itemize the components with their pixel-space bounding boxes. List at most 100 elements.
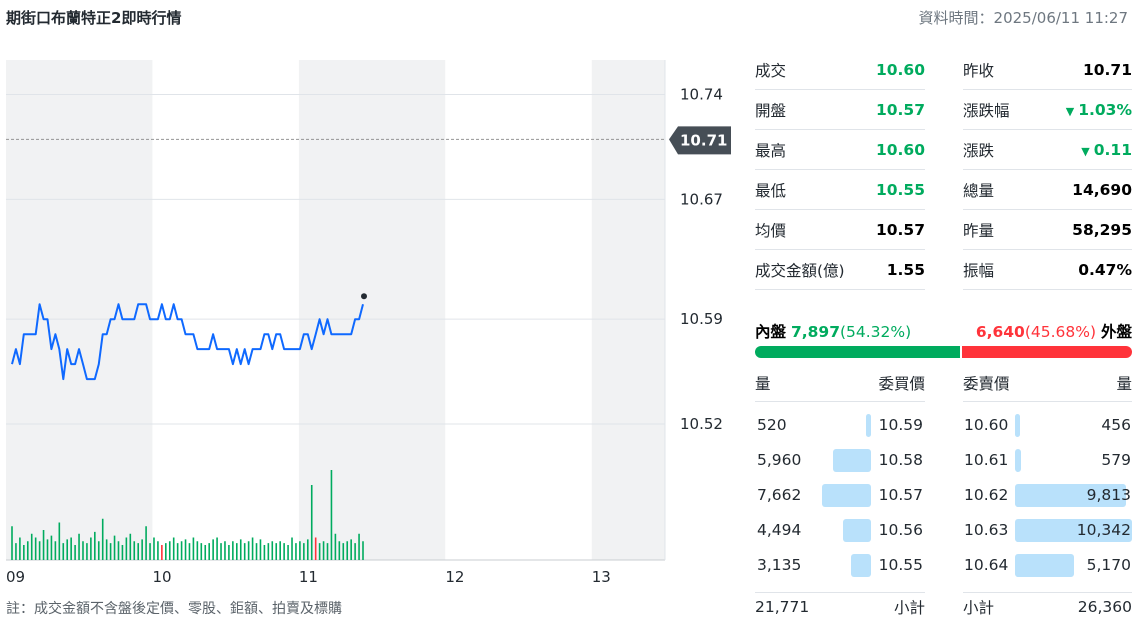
volume-bar (228, 545, 230, 560)
ask-depth-bar (1015, 449, 1021, 472)
stat-row: 成交金額(億) 1.55 (755, 250, 925, 290)
x-tick-label: 10 (152, 568, 171, 586)
volume-bar (204, 545, 207, 560)
stat-label: 漲跌幅 (963, 101, 1010, 120)
volume-bar (141, 539, 143, 560)
volume-bar (283, 543, 285, 560)
data-timestamp: 資料時間：2025/06/11 11:27 (918, 9, 1128, 27)
volume-bar (306, 539, 309, 560)
ask-qty: 579 (1101, 451, 1131, 469)
volume-bar (291, 537, 293, 560)
stat-label: 成交金額(億) (755, 261, 845, 280)
bid-subtotal-label: 小計 (893, 599, 925, 617)
stat-label: 最低 (755, 181, 787, 200)
prev-close-label: 10.71 (680, 131, 727, 149)
quote-stats-right: 昨收 10.71 漲跌幅 ▼ 1.03% 漲跌 ▼ 0.11 總量 14,690 昨量 58,… (963, 50, 1132, 290)
volume-bar (172, 537, 175, 560)
volume-bar (66, 539, 69, 560)
stat-row: 最低 10.55 (755, 170, 925, 210)
ask-qty: 9,813 (1086, 486, 1131, 504)
volume-bar (82, 541, 84, 560)
volume-bar (310, 485, 313, 560)
volume-bar (70, 537, 72, 560)
volume-bar (251, 537, 254, 560)
volume-bar (46, 539, 49, 560)
volume-bar (176, 543, 179, 560)
y-tick-label: 10.59 (680, 310, 723, 328)
bid-price: 10.58 (878, 451, 923, 469)
volume-bar (224, 541, 226, 560)
stat-label: 總量 (963, 181, 995, 200)
inner-outer-summary: 內盤 7,897(54.32%) 6,640(45.68%) 外盤 (755, 318, 1132, 344)
volume-bar (208, 543, 210, 560)
page-title: 期街口布蘭特正2即時行情 (6, 9, 182, 27)
x-tick-label: 11 (299, 568, 318, 586)
volume-bar (101, 518, 104, 560)
stat-value: 10.71 (1082, 60, 1132, 79)
stat-row: 漲跌 ▼ 0.11 (963, 130, 1132, 170)
volume-bar (303, 543, 305, 560)
volume-bar (255, 543, 258, 560)
volume-bar (86, 543, 88, 560)
chart-bg-band (445, 60, 592, 560)
bid-qty: 7,662 (757, 486, 802, 504)
stat-row: 成交 10.60 (755, 50, 925, 90)
stat-row: 昨量 58,295 (963, 210, 1132, 250)
volume-bar (180, 541, 183, 560)
x-tick-label: 13 (592, 568, 611, 586)
inner-value: 7,897 (790, 323, 840, 341)
volume-bar (314, 537, 317, 560)
bid-depth-bar (851, 554, 871, 577)
volume-bar (54, 541, 57, 560)
inner-outer-ratio-bar (755, 346, 1132, 358)
volume-bar (149, 543, 151, 560)
volume-bar (196, 541, 199, 560)
bid-price: 10.59 (878, 416, 923, 434)
last-price-dot (361, 293, 367, 300)
stat-row: 振幅 0.47% (963, 250, 1132, 290)
outer-pct: (45.68%) (1024, 323, 1097, 341)
volume-bar (212, 539, 214, 560)
volume-bar (42, 530, 45, 560)
down-triangle-icon: ▼ (1081, 144, 1090, 158)
ask-row: 10.64 5,170 (963, 548, 1132, 583)
volume-bar (330, 470, 333, 560)
ask-row: 10.60 456 (963, 408, 1132, 443)
volume-bar (15, 543, 17, 560)
bid-qty: 3,135 (757, 556, 802, 574)
inner-ratio-fill (755, 346, 960, 358)
volume-bar (145, 526, 147, 560)
ask-price: 10.63 (964, 521, 1009, 539)
intraday-chart[interactable]: 10.74 10.67 10.59 10.52 10.71 09 10 11 12 13 (0, 40, 740, 621)
ask-price: 10.60 (964, 416, 1009, 434)
ask-price-header: 委賣價 (963, 374, 1010, 393)
volume-bar (30, 533, 33, 560)
volume-bar (105, 539, 108, 560)
volume-bar (279, 541, 281, 560)
bid-price: 10.57 (878, 486, 923, 504)
volume-bar (295, 543, 297, 560)
stat-row: 最高 10.60 (755, 130, 925, 170)
stat-label: 昨收 (963, 61, 995, 80)
chart-bg-band (6, 60, 153, 560)
ask-subtotal: 小計 26,360 (963, 592, 1132, 621)
bid-list: 520 10.59 5,960 10.58 7,662 10.57 4,494 10.5… (755, 408, 925, 583)
stat-label: 昨量 (963, 221, 995, 240)
stat-label: 開盤 (755, 101, 787, 120)
outer-volume: 6,640(45.68%) 外盤 (976, 320, 1132, 342)
y-tick-label: 10.52 (680, 415, 723, 433)
volume-bar (133, 541, 136, 560)
stat-value-wrap: ▼ 1.03% (1066, 101, 1132, 119)
bid-subtotal: 21,771 小計 (755, 592, 925, 621)
bid-row: 7,662 10.57 (755, 478, 925, 513)
volume-bar (11, 526, 13, 560)
volume-bar (137, 543, 140, 560)
volume-bar (26, 541, 29, 560)
volume-bar (117, 541, 120, 560)
bid-depth-bar (822, 484, 871, 507)
bid-row: 4,494 10.56 (755, 513, 925, 548)
volume-bar (247, 541, 250, 560)
volume-bar (74, 545, 76, 560)
volume-bar (38, 541, 41, 560)
volume-bar (350, 539, 352, 560)
